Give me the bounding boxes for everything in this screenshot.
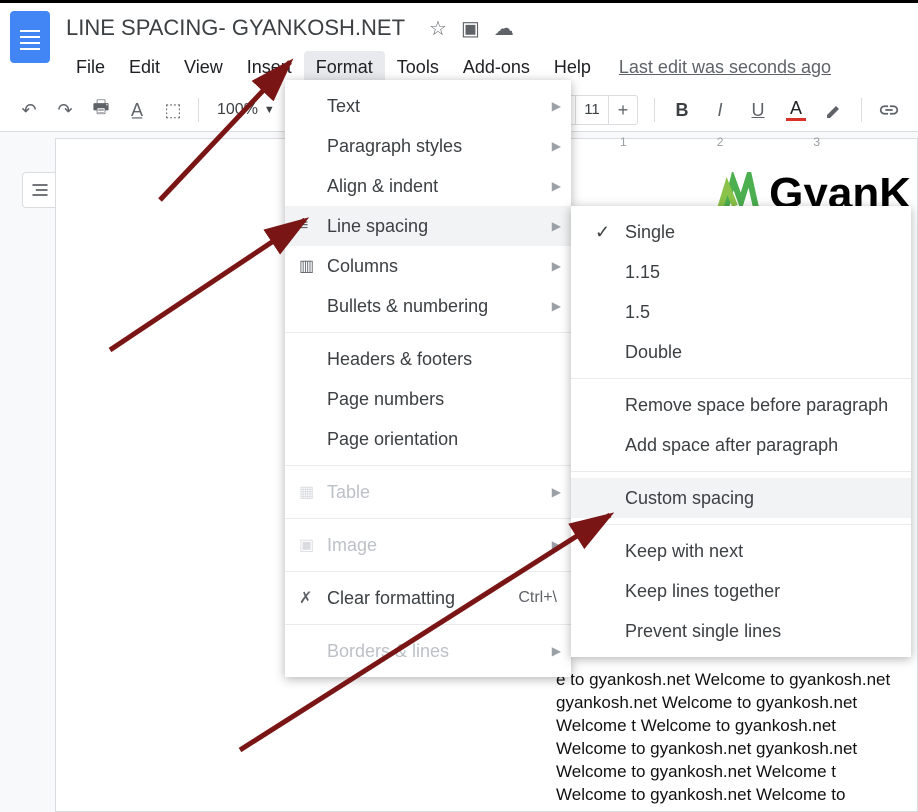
format-page-numbers[interactable]: Page numbers [285, 379, 571, 419]
redo-button[interactable]: ↷ [50, 95, 80, 125]
zoom-select[interactable]: 100% ▼ [209, 101, 283, 119]
zoom-value: 100% [217, 101, 258, 119]
undo-button[interactable]: ↶ [14, 95, 44, 125]
check-icon: ✓ [595, 222, 625, 243]
ruler-tick: 3 [813, 135, 820, 149]
format-table: ▦Table▶ [285, 472, 571, 512]
format-columns[interactable]: ▥Columns▶ [285, 246, 571, 286]
outline-toggle[interactable] [22, 172, 58, 208]
add-space-after[interactable]: Add space after paragraph [571, 425, 911, 465]
cloud-icon[interactable]: ☁ [494, 16, 514, 41]
spacing-115[interactable]: 1.15 [571, 252, 911, 292]
doc-title[interactable]: LINE SPACING- GYANKOSH.NET [64, 11, 407, 45]
ruler-tick: 1 [620, 135, 627, 149]
format-align-indent[interactable]: Align & indent▶ [285, 166, 571, 206]
bold-button[interactable]: B [667, 95, 697, 125]
line-spacing-menu: ✓Single 1.15 1.5 Double Remove space bef… [571, 206, 911, 657]
format-paragraph-styles[interactable]: Paragraph styles▶ [285, 126, 571, 166]
keep-lines-together[interactable]: Keep lines together [571, 571, 911, 611]
format-headers-footers[interactable]: Headers & footers [285, 339, 571, 379]
table-icon: ▦ [299, 482, 327, 502]
print-button[interactable]: 🖶 [86, 95, 116, 125]
font-size-increase[interactable]: + [609, 100, 637, 121]
format-line-spacing[interactable]: ≡Line spacing▶ [285, 206, 571, 246]
format-image: ▣Image▶ [285, 525, 571, 565]
format-menu: Text▶ Paragraph styles▶ Align & indent▶ … [285, 80, 571, 677]
format-text[interactable]: Text▶ [285, 86, 571, 126]
italic-button[interactable]: I [705, 95, 735, 125]
columns-icon: ▥ [299, 256, 327, 276]
text-color-button[interactable]: A [781, 95, 811, 125]
star-icon[interactable]: ☆ [429, 16, 447, 41]
format-clear-formatting[interactable]: ✗Clear formattingCtrl+\ [285, 578, 571, 618]
spacing-15[interactable]: 1.5 [571, 292, 911, 332]
chevron-down-icon: ▼ [264, 104, 275, 116]
custom-spacing[interactable]: Custom spacing [571, 478, 911, 518]
insert-link-button[interactable] [874, 95, 904, 125]
clear-format-icon: ✗ [299, 588, 327, 608]
highlight-button[interactable] [819, 95, 849, 125]
menu-view[interactable]: View [172, 51, 235, 84]
spacing-single[interactable]: ✓Single [571, 212, 911, 252]
menu-file[interactable]: File [64, 51, 117, 84]
docs-logo[interactable] [10, 11, 50, 63]
underline-button[interactable]: U [743, 95, 773, 125]
format-bullets-numbering[interactable]: Bullets & numbering▶ [285, 286, 571, 326]
last-edit-link[interactable]: Last edit was seconds ago [619, 57, 831, 78]
menu-edit[interactable]: Edit [117, 51, 172, 84]
spacing-double[interactable]: Double [571, 332, 911, 372]
document-body-text[interactable]: e to gyankosh.net Welcome to gyankosh.ne… [556, 669, 911, 812]
format-borders-lines: Borders & lines▶ [285, 631, 571, 671]
spellcheck-button[interactable]: A̲ [122, 95, 152, 125]
prevent-single-lines[interactable]: Prevent single lines [571, 611, 911, 651]
paint-format-button[interactable]: ⬚ [158, 95, 188, 125]
ruler-tick: 2 [717, 135, 724, 149]
image-icon: ▣ [299, 535, 327, 555]
font-size-value[interactable]: 11 [575, 96, 609, 124]
format-page-orientation[interactable]: Page orientation [285, 419, 571, 459]
line-spacing-icon: ≡ [299, 217, 327, 235]
move-icon[interactable]: ▣ [461, 16, 480, 41]
keep-with-next[interactable]: Keep with next [571, 531, 911, 571]
remove-space-before[interactable]: Remove space before paragraph [571, 385, 911, 425]
